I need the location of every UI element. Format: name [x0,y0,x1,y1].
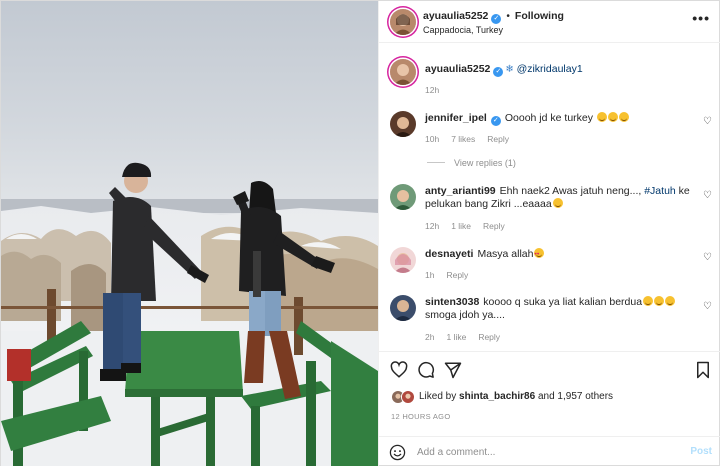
author-avatar-image [390,9,416,35]
cappadocia-couple-photo [1,1,378,466]
comment-username[interactable]: sinten3038 [425,296,479,308]
commenter-verified-badge-icon: ✓ [490,116,501,126]
commenter-avatar[interactable] [390,184,416,210]
comment-username[interactable]: jennifer_ipel [425,112,487,124]
author-username[interactable]: ayuaulia5252 [423,10,488,22]
reply-button[interactable]: Reply [478,332,500,342]
commenter-avatar-image [390,184,416,210]
replies-divider [427,162,445,163]
comment-meta: 10h 7 likes Reply [425,134,521,144]
liked-by-text: Liked by shinta_bachir86 and 1,957 other… [419,391,613,402]
comment-username[interactable]: desnayeti [425,248,473,260]
caption-text: ayuaulia5252 ✓ ❄ @zikridaulay1 [425,63,583,77]
commenter-avatar[interactable] [390,247,416,273]
caption-time: 12h [425,85,440,95]
comment-text: sinten3038 koooo q suka ya liat kalian be… [425,296,691,322]
likes-summary: Liked by shinta_bachir86 and 1,957 other… [391,390,711,404]
comment-bubble-icon[interactable] [417,361,435,379]
comment-text: jennifer_ipel ✓ Ooooh jd ke turkey [425,112,691,126]
comment-text: anty_arianti99 Ehh naek2 Awas jatuh neng.… [425,185,691,211]
laughing-emoji-icon [607,112,618,122]
like-comment-heart-icon[interactable]: ♡ [703,190,712,201]
like-comment-heart-icon[interactable]: ♡ [703,116,712,127]
laughing-emoji-icon [643,296,654,306]
comment-likes[interactable]: 1 like [451,221,471,231]
comment-meta: 1h Reply [425,270,480,280]
comment-likes[interactable]: 7 likes [451,134,475,144]
view-replies-label: View replies (1) [454,158,516,168]
post-details-panel: ayuaulia5252 ✓ • Following Cappadocia, Turk… [378,1,720,466]
author-avatar[interactable] [390,9,416,35]
laughing-emoji-icon [665,296,676,306]
save-bookmark-icon[interactable] [694,361,712,379]
add-comment-bar: Post [379,436,720,466]
heart-eyes-emoji-icon [534,247,545,260]
comment-time: 12h [425,221,440,231]
like-comment-heart-icon[interactable]: ♡ [703,301,712,312]
comment-body: Masya allah [477,248,534,260]
header-title-row: ayuaulia5252 ✓ • Following [423,10,564,24]
following-button[interactable]: Following [515,10,564,22]
laughing-emoji-icon [654,296,665,306]
comment-meta: 12h 1 like Reply [425,221,517,231]
caption-author-avatar[interactable] [390,59,416,85]
comment-meta: 2h 1 like Reply [425,332,512,342]
commenter-avatar[interactable] [390,111,416,137]
commenter-avatar-image [390,295,416,321]
caption-mention[interactable]: @zikridaulay1 [517,63,583,75]
comment-text: desnayeti Masya allah [425,247,691,261]
commenter-avatar-image [390,247,416,273]
reply-button[interactable]: Reply [446,270,468,280]
more-options-icon[interactable]: ••• [692,10,710,26]
post-comment-button[interactable]: Post [690,446,712,457]
emoji-picker-icon[interactable] [389,444,406,461]
laughing-emoji-icon [596,112,607,122]
comment-hashtag[interactable]: #Jatuh [644,185,676,197]
comment-body-start: Ehh naek2 Awas jatuh neng..., [499,185,642,197]
comment-time: 1h [425,270,435,280]
grinning-sweat-emoji-icon [552,198,563,208]
caption-avatar-image [390,59,416,85]
share-send-icon[interactable] [444,361,462,379]
comment-time: 2h [425,332,435,342]
commenter-avatar[interactable] [390,295,416,321]
comment-likes[interactable]: 1 like [446,332,466,342]
like-comment-heart-icon[interactable]: ♡ [703,252,712,263]
like-heart-icon[interactable] [390,361,408,379]
location-link[interactable]: Cappadocia, Turkey [423,25,503,35]
commenter-avatar-image [390,111,416,137]
post-photo[interactable] [1,1,378,466]
instagram-post-window: ayuaulia5252 ✓ • Following Cappadocia, Turk… [0,0,720,466]
comment-time: 10h [425,134,440,144]
view-replies-button[interactable]: View replies (1) [427,158,516,168]
post-actions-section: Liked by shinta_bachir86 and 1,957 other… [379,351,720,466]
comment-body: Ooooh jd ke turkey [504,112,593,124]
reply-button[interactable]: Reply [487,134,509,144]
post-timestamp: 12 HOURS AGO [391,412,451,421]
liked-by-prefix: Liked by [419,391,457,402]
comment-input[interactable] [417,444,667,461]
liked-by-user[interactable]: shinta_bachir86 [459,391,535,402]
laughing-emoji-icon [618,112,629,122]
liked-by-others[interactable]: and 1,957 others [538,391,613,402]
comment-body-end: smoga jdoh ya.... [425,309,505,321]
liker-avatar [401,390,415,404]
caption-verified-badge-icon: ✓ [493,67,504,77]
reply-button[interactable]: Reply [483,221,505,231]
caption-username[interactable]: ayuaulia5252 [425,63,490,75]
verified-badge-icon: ✓ [491,14,502,24]
post-header: ayuaulia5252 ✓ • Following Cappadocia, Turk… [379,1,720,43]
comment-body-start: koooo q suka ya liat kalian berdua [483,296,643,308]
snowflake-icon: ❄ [505,64,514,75]
header-separator: • [506,11,510,22]
comment-username[interactable]: anty_arianti99 [425,185,496,197]
